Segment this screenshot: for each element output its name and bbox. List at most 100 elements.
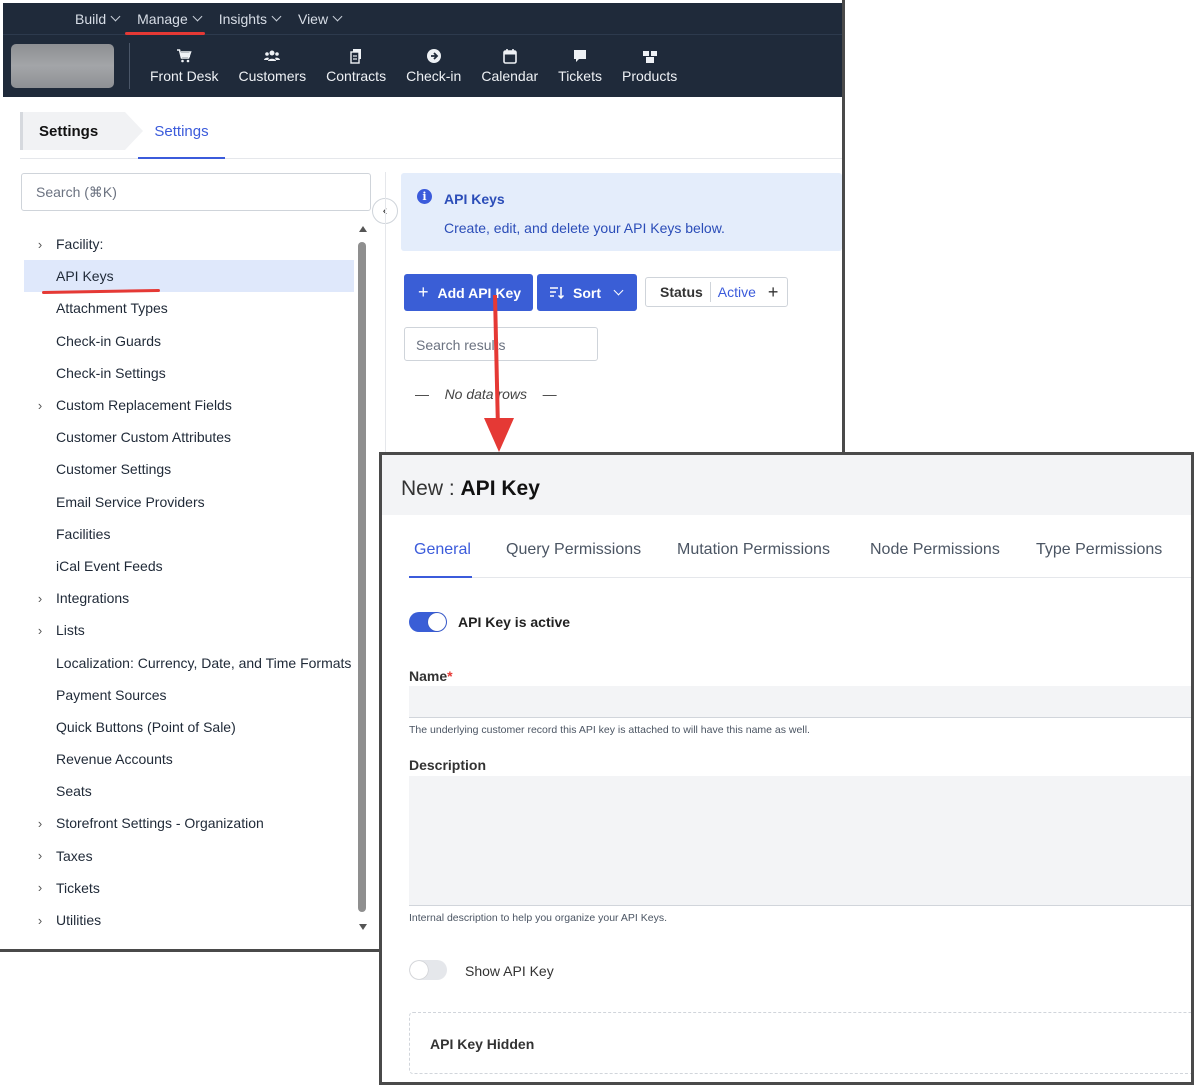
sort-button[interactable]: Sort [537,274,637,311]
sidebar-item-label: Email Service Providers [56,493,205,510]
sidebar-item-label: iCal Event Feeds [56,557,163,574]
menu-build[interactable]: Build [75,10,121,27]
nav-calendar[interactable]: Calendar [481,48,538,84]
description-help-text: Internal description to help you organiz… [409,912,667,924]
show-api-key-toggle[interactable] [409,960,447,980]
status-filter-chip[interactable]: Status Active + [645,277,788,307]
sidebar-item[interactable]: Customer Custom Attributes [24,421,354,453]
sidebar-item-label: Check-in Settings [56,364,166,381]
sidebar-item[interactable]: iCal Event Feeds [24,550,354,582]
nav-tickets[interactable]: Tickets [558,48,602,84]
active-tab-indicator [409,576,472,578]
tab-node-permissions[interactable]: Node Permissions [870,541,1000,559]
nav-contracts-label: Contracts [326,68,387,84]
search-results-input[interactable]: Search results [404,327,598,361]
api-key-hidden-panel: API Key Hidden [409,1012,1191,1074]
sidebar-item[interactable]: Localization: Currency, Date, and Time F… [24,646,354,678]
nav-check-in[interactable]: Check-in [406,48,461,84]
sort-icon [550,286,565,299]
sidebar-item-label: Revenue Accounts [56,751,173,768]
sidebar-item[interactable]: › Storefront Settings - Organization [24,807,354,839]
chevron-right-icon[interactable]: › [24,880,56,895]
breadcrumb-root[interactable]: Settings [20,112,125,150]
chevron-right-icon[interactable]: › [24,913,56,928]
empty-dash-left: — [415,386,429,402]
sidebar-item[interactable]: Seats [24,775,354,807]
add-api-key-label: Add API Key [437,284,522,301]
sidebar-item[interactable]: › Lists [24,614,354,646]
sidebar-item-label: Facility: [56,236,104,253]
name-help-text: The underlying customer record this API … [409,724,810,736]
sidebar-item[interactable]: Facilities [24,518,354,550]
sidebar-item-label: Taxes [56,847,93,864]
toggle-knob [428,613,446,631]
empty-state-text: No data rows [444,386,528,402]
tab-query-permissions[interactable]: Query Permissions [506,541,641,559]
sidebar-item[interactable]: API Keys [24,260,354,295]
sidebar-item[interactable]: › Utilities [24,904,354,936]
api-key-hidden-label: API Key Hidden [430,1036,535,1052]
scroll-down-icon[interactable] [359,924,367,930]
sidebar-item[interactable]: › Integrations [24,582,354,614]
sidebar-item[interactable]: Check-in Settings [24,357,354,389]
sidebar-item[interactable]: Check-in Guards [24,325,354,357]
sidebar-item-label: Customer Custom Attributes [56,429,232,446]
chevron-right-icon[interactable]: › [24,623,56,638]
sidebar-item-label: Utilities [56,912,102,929]
sidebar-item[interactable]: Quick Buttons (Point of Sale) [24,711,354,743]
nav-tickets-label: Tickets [558,68,602,84]
sidebar-item[interactable]: Payment Sources [24,679,354,711]
add-api-key-button[interactable]: + Add API Key [404,274,533,311]
tab-settings[interactable]: Settings [138,112,225,159]
status-filter-value: Active [717,284,756,300]
sidebar-item-label: Lists [56,622,85,639]
chevron-right-icon[interactable]: › [24,816,56,831]
sidebar-item-label: Storefront Settings - Organization [56,815,264,832]
sidebar-item[interactable]: › Taxes [24,840,354,872]
plus-icon[interactable]: + [768,282,779,303]
tab-mutation-permissions[interactable]: Mutation Permissions [677,541,830,559]
chevron-right-icon[interactable]: › [24,848,56,863]
scroll-up-icon[interactable] [359,226,367,232]
sidebar-search-input[interactable]: Search (⌘K) [21,173,371,211]
calendar-icon [502,49,517,64]
nav-customers[interactable]: Customers [238,48,306,84]
nav-calendar-label: Calendar [481,68,539,84]
menu-manage[interactable]: Manage [125,11,205,35]
scrollbar-thumb[interactable] [358,242,366,912]
chevron-down-icon [613,285,624,296]
sidebar-item[interactable]: Email Service Providers [24,486,354,518]
nav-products[interactable]: Products [622,48,677,84]
menu-view[interactable]: View [298,11,343,27]
info-text: Create, edit, and delete your API Keys b… [444,220,725,236]
menu-insights[interactable]: Insights [219,11,282,27]
sidebar-item[interactable]: Revenue Accounts [24,743,354,775]
sidebar-item[interactable]: › Tickets [24,872,354,904]
sidebar-item[interactable]: › Facility: [24,228,354,260]
sidebar-item[interactable]: › Custom Replacement Fields [24,389,354,421]
tab-type-permissions[interactable]: Type Permissions [1036,541,1162,559]
chevron-right-icon[interactable]: › [24,237,56,252]
tab-general[interactable]: General [414,541,471,559]
menu-build-label: Build [75,10,107,27]
chevron-right-icon[interactable]: › [24,591,56,606]
nav-front-desk[interactable]: Front Desk [150,48,218,84]
nav-contracts[interactable]: Contracts [326,48,386,84]
nav-front-desk-label: Front Desk [150,68,219,84]
api-key-active-toggle[interactable] [409,612,447,632]
sidebar-item-label: Check-in Guards [56,332,162,349]
description-textarea[interactable] [409,776,1191,906]
dialog-header: New : API Key [382,455,1191,515]
sidebar-item[interactable]: Customer Settings [24,453,354,485]
sidebar-item[interactable]: Attachment Types [24,292,354,324]
nav-check-in-label: Check-in [406,68,462,84]
info-title: API Keys [444,191,505,207]
chevron-right-icon[interactable]: › [24,398,56,413]
status-filter-label: Status [646,282,711,302]
nav-divider [129,43,130,89]
sidebar-item-label: API Keys [56,268,114,285]
brand-logo[interactable] [11,44,114,88]
name-input[interactable] [409,686,1191,718]
sidebar-item-label: Attachment Types [56,300,168,317]
sidebar-scrollbar[interactable] [357,226,369,936]
